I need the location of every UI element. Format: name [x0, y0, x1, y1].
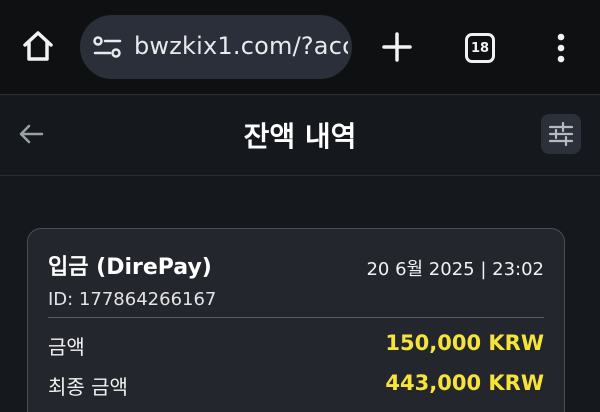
transaction-card[interactable]: 입금 (DirePay) 20 6월 2025 | 23:02 ID: 1778…	[27, 228, 565, 412]
transaction-title: 입금 (DirePay)	[48, 255, 212, 280]
browser-toolbar: bwzkix1.com/?acc 18	[0, 0, 600, 94]
final-amount-label: 최종 금액	[48, 375, 128, 399]
url-text[interactable]: bwzkix1.com/?acc	[134, 32, 348, 60]
home-icon[interactable]	[18, 26, 58, 66]
plus-icon[interactable]	[376, 26, 418, 68]
address-bar[interactable]: bwzkix1.com/?acc	[80, 15, 352, 79]
site-settings-icon[interactable]	[92, 35, 124, 59]
more-vert-icon[interactable]	[546, 26, 576, 70]
filter-sliders-icon[interactable]	[541, 114, 581, 154]
amount-value: 150,000 KRW	[385, 331, 544, 355]
tab-count: 18	[465, 33, 495, 63]
app-header: 잔액 내역	[0, 94, 600, 176]
tabs-icon[interactable]: 18	[458, 26, 502, 70]
divider	[48, 317, 544, 318]
transaction-datetime: 20 6월 2025 | 23:02	[366, 259, 544, 280]
page-title: 잔액 내역	[243, 120, 357, 153]
amount-label: 금액	[48, 335, 85, 359]
transaction-id: ID: 177864266167	[48, 289, 217, 310]
final-amount-value: 443,000 KRW	[385, 371, 544, 395]
